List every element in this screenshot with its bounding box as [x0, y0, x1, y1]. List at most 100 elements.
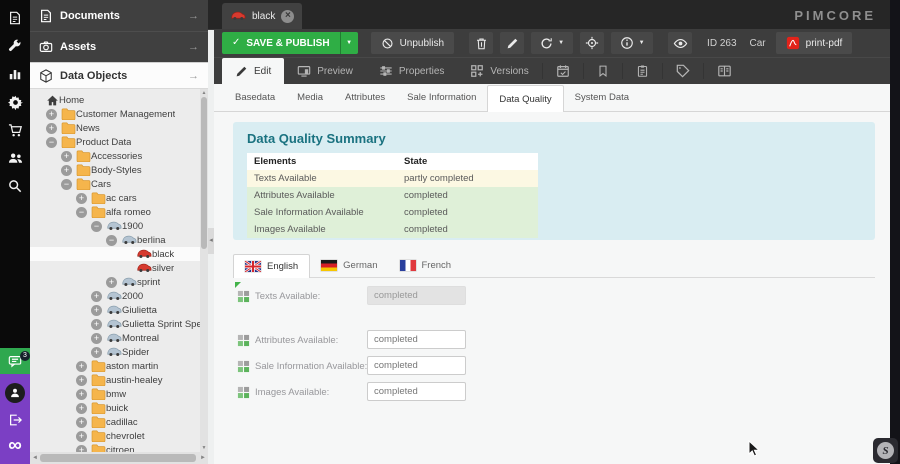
scroll-right-icon[interactable]: ► — [198, 452, 208, 464]
view-tab-notes[interactable] — [584, 58, 622, 84]
tree-toggle-minus-icon[interactable]: − — [46, 137, 57, 148]
tree-item-body-styles[interactable]: +Body-Styles — [30, 163, 200, 177]
open-preview-button[interactable] — [668, 32, 692, 54]
tree-toggle-minus-icon[interactable]: − — [91, 221, 102, 232]
language-tab-english[interactable]: English — [233, 254, 310, 278]
accordion-section-assets[interactable]: Assets→ — [30, 31, 208, 62]
tree-item-1900[interactable]: −1900 — [30, 219, 200, 233]
tree-toggle-plus-icon[interactable]: + — [76, 445, 87, 453]
tree-item-gulietta-sprint-specia[interactable]: +Gulietta Sprint Specia — [30, 317, 200, 331]
tree-toggle-minus-icon[interactable]: − — [76, 207, 87, 218]
language-tab-german[interactable]: German — [310, 254, 388, 277]
tree-item-ac-cars[interactable]: +ac cars — [30, 191, 200, 205]
view-tab-preview[interactable]: Preview — [284, 58, 366, 84]
tree-item-accessories[interactable]: +Accessories — [30, 149, 200, 163]
unpublish-button[interactable]: Unpublish — [371, 32, 454, 54]
tree-toggle-plus-icon[interactable]: + — [91, 333, 102, 344]
sidebar-users-button[interactable] — [0, 144, 30, 172]
tree-horizontal-scrollbar[interactable]: ◄ ► — [30, 452, 208, 464]
sidebar-ecommerce-button[interactable] — [0, 116, 30, 144]
view-tab-versions[interactable]: Versions — [457, 58, 541, 84]
tree-toggle-plus-icon[interactable]: + — [46, 123, 57, 134]
delete-button[interactable] — [469, 32, 493, 54]
panel-splitter[interactable]: ◂ — [208, 30, 214, 464]
tree-item-cadillac[interactable]: +cadillac — [30, 415, 200, 429]
tree-item-chevrolet[interactable]: +chevrolet — [30, 429, 200, 443]
print-pdf-button[interactable]: print-pdf — [776, 32, 853, 54]
tree-item-berlina[interactable]: −berlina — [30, 233, 200, 247]
scrollbar-thumb[interactable] — [201, 97, 207, 249]
tree-item-giulietta[interactable]: +Giulietta — [30, 303, 200, 317]
tree-item-cars[interactable]: −Cars — [30, 177, 200, 191]
tree-toggle-plus-icon[interactable]: + — [106, 277, 117, 288]
view-tab-app-switcher[interactable] — [704, 58, 745, 84]
tree-item-black[interactable]: black — [30, 247, 200, 261]
scroll-left-icon[interactable]: ◄ — [30, 452, 40, 464]
tree-item-montreal[interactable]: +Montreal — [30, 331, 200, 345]
sidebar-reports-button[interactable] — [0, 60, 30, 88]
tree-item-news[interactable]: +News — [30, 121, 200, 135]
tree-item-alfa-romeo[interactable]: −alfa romeo — [30, 205, 200, 219]
layout-tab-sale-information[interactable]: Sale Information — [396, 85, 487, 111]
accordion-section-data-objects[interactable]: Data Objects→ — [30, 62, 208, 89]
layout-tab-media[interactable]: Media — [286, 85, 334, 111]
layout-tab-basedata[interactable]: Basedata — [224, 85, 286, 111]
tree-toggle-plus-icon[interactable]: + — [76, 403, 87, 414]
tree-toggle-minus-icon[interactable]: − — [106, 235, 117, 246]
accordion-section-documents[interactable]: Documents→ — [30, 0, 208, 31]
tree-item-silver[interactable]: silver — [30, 261, 200, 275]
logout-button[interactable] — [8, 413, 22, 427]
tree-toggle-plus-icon[interactable]: + — [76, 389, 87, 400]
save-publish-button[interactable]: ✓ SAVE & PUBLISH ▼ — [222, 32, 358, 54]
tree-item-customer-management[interactable]: +Customer Management — [30, 107, 200, 121]
close-tab-icon[interactable]: × — [281, 10, 294, 23]
tree-toggle-plus-icon[interactable]: + — [76, 361, 87, 372]
layout-tab-attributes[interactable]: Attributes — [334, 85, 396, 111]
locate-in-tree-button[interactable] — [580, 32, 604, 54]
tree-toggle-plus-icon[interactable]: + — [91, 291, 102, 302]
tree-toggle-plus-icon[interactable]: + — [76, 431, 87, 442]
tree-toggle-plus-icon[interactable]: + — [46, 109, 57, 120]
notifications-button[interactable]: 3 — [0, 348, 30, 374]
tree-vertical-scrollbar[interactable]: ▲ ▼ — [200, 89, 208, 452]
tree-item-citroen[interactable]: +citroen — [30, 443, 200, 452]
tree-item-aston-martin[interactable]: +aston martin — [30, 359, 200, 373]
view-tab-edit[interactable]: Edit — [222, 58, 284, 84]
info-button[interactable]: ▼ — [611, 32, 653, 54]
tree-item-home[interactable]: Home — [30, 93, 200, 107]
tree-toggle-minus-icon[interactable]: − — [61, 179, 72, 190]
user-avatar-button[interactable] — [5, 383, 25, 403]
view-tab-reports[interactable] — [623, 58, 662, 84]
collapse-panel-handle[interactable]: ◂ — [208, 228, 214, 254]
tree-item-austin-healey[interactable]: +austin-healey — [30, 373, 200, 387]
save-options-caret-icon[interactable]: ▼ — [340, 32, 358, 54]
tree-toggle-plus-icon[interactable]: + — [76, 417, 87, 428]
view-tab-schedule[interactable] — [543, 58, 583, 84]
tree-item-product-data[interactable]: −Product Data — [30, 135, 200, 149]
scroll-down-icon[interactable]: ▼ — [200, 444, 208, 452]
view-tab-properties[interactable]: Properties — [366, 58, 458, 84]
field-input[interactable] — [367, 356, 466, 375]
reload-caret-icon[interactable]: ▼ — [558, 40, 564, 46]
tab-black[interactable]: black × — [222, 3, 302, 29]
sidebar-search-button[interactable] — [0, 172, 30, 200]
tree-toggle-plus-icon[interactable]: + — [76, 375, 87, 386]
tree-toggle-plus-icon[interactable]: + — [61, 151, 72, 162]
tree-item-bmw[interactable]: +bmw — [30, 387, 200, 401]
tree-item-spider[interactable]: +Spider — [30, 345, 200, 359]
reload-button[interactable]: ▼ — [531, 32, 573, 54]
tree-toggle-plus-icon[interactable]: + — [91, 319, 102, 330]
tree-item-sprint[interactable]: +sprint — [30, 275, 200, 289]
pimcore-logo-icon[interactable]: ∞ — [8, 436, 22, 455]
tree-toggle-plus-icon[interactable]: + — [91, 305, 102, 316]
tree-toggle-plus-icon[interactable]: + — [91, 347, 102, 358]
field-input[interactable] — [367, 382, 466, 401]
field-input[interactable] — [367, 330, 466, 349]
rename-button[interactable] — [500, 32, 524, 54]
tree-toggle-plus-icon[interactable]: + — [76, 193, 87, 204]
sidebar-settings-button[interactable] — [0, 88, 30, 116]
layout-tab-data-quality[interactable]: Data Quality — [487, 85, 563, 112]
sidebar-documents-button[interactable] — [0, 4, 30, 32]
tree-toggle-plus-icon[interactable]: + — [61, 165, 72, 176]
layout-tab-system-data[interactable]: System Data — [564, 85, 640, 111]
